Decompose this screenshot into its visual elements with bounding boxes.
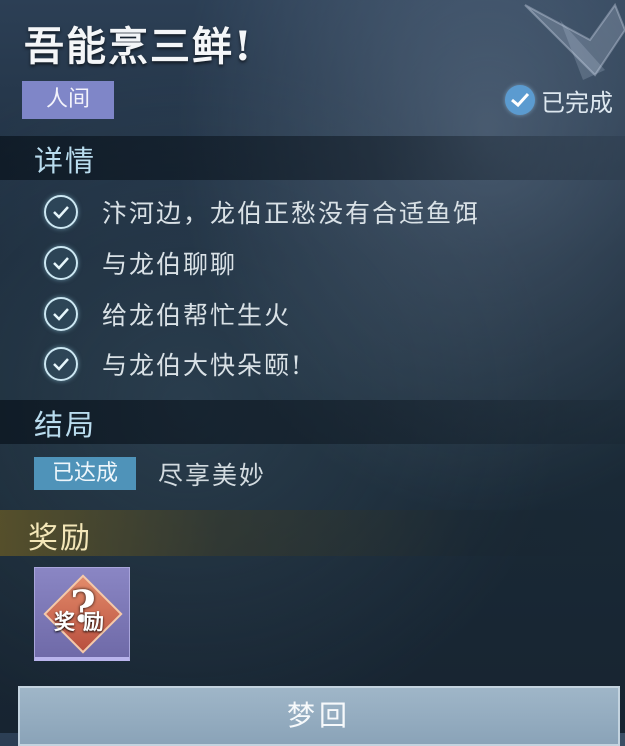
check-icon: [44, 347, 78, 381]
check-icon: [44, 246, 78, 280]
task-item: 与龙伯大快朵颐!: [44, 346, 303, 382]
check-icon: [44, 297, 78, 331]
status-label: 已完成: [541, 88, 613, 117]
details-heading: 详情: [34, 144, 97, 178]
task-item: 给龙伯帮忙生火: [44, 296, 291, 332]
task-text: 给龙伯帮忙生火: [102, 301, 292, 330]
realm-tag: 人间: [22, 81, 114, 119]
check-icon: [505, 85, 535, 115]
task-text: 与龙伯聊聊: [102, 250, 238, 279]
ending-achieved-badge: 已达成: [34, 457, 136, 490]
rewards-section-bar: [0, 510, 625, 556]
check-icon: [44, 195, 78, 229]
ending-heading: 结局: [34, 408, 97, 442]
quest-title: 吾能烹三鲜!: [24, 23, 254, 70]
ending-name: 尽享美妙: [158, 461, 267, 490]
dream-replay-button[interactable]: 梦回: [18, 686, 620, 746]
task-item: 汴河边，龙伯正愁没有合适鱼饵: [44, 194, 480, 230]
reward-item-slot[interactable]: ? 奖励: [34, 567, 130, 661]
reward-item-label: 奖励: [54, 609, 112, 634]
rewards-heading: 奖励: [28, 521, 92, 556]
task-text: 与龙伯大快朵颐!: [102, 351, 304, 380]
task-item: 与龙伯聊聊: [44, 245, 237, 281]
completion-status: 已完成: [505, 82, 613, 118]
task-text: 汴河边，龙伯正愁没有合适鱼饵: [102, 199, 481, 228]
